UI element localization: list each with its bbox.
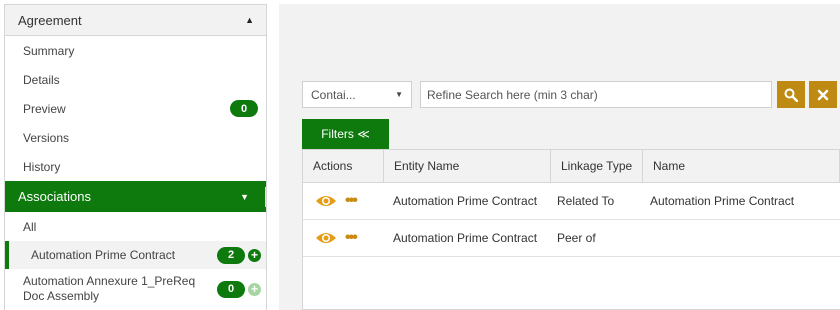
sidebar-item-label: Summary: [23, 43, 75, 58]
sidebar-item-label: Preview: [23, 101, 66, 116]
eye-icon[interactable]: [315, 194, 337, 208]
associations-header-label: Associations: [18, 189, 91, 204]
column-header-name[interactable]: Name: [643, 150, 840, 182]
clear-search-button[interactable]: [809, 81, 837, 108]
sidebar-item-label: Details: [23, 72, 60, 87]
cell-name: [643, 220, 840, 256]
chevron-down-icon: ▼: [395, 90, 403, 99]
eye-icon[interactable]: [315, 231, 337, 245]
grid-header-row: Actions Entity Name Linkage Type Name: [303, 150, 840, 183]
assoc-item-label: All: [23, 219, 37, 234]
close-icon: [817, 89, 829, 100]
sidebar-item-versions[interactable]: Versions: [5, 123, 266, 152]
assoc-item-all[interactable]: All: [5, 212, 266, 241]
sidebar-item-history[interactable]: History: [5, 152, 266, 181]
sidebar-item-details[interactable]: Details: [5, 65, 266, 94]
assoc-count-badge: 2: [217, 246, 245, 264]
table-row: ••• Automation Prime Contract Peer of: [303, 220, 840, 257]
assoc-badge-group: 2 +: [217, 246, 261, 264]
cell-linkage-type: Peer of: [557, 231, 596, 245]
collapse-triangle-icon[interactable]: ▲: [245, 15, 254, 25]
column-header-linkage-type[interactable]: Linkage Type: [551, 150, 643, 182]
main-panel: Contai... ▼ Filters ≪ Actions Entity Nam…: [279, 4, 840, 310]
assoc-item-prime-contract[interactable]: Automation Prime Contract 2 +: [5, 241, 266, 269]
search-input[interactable]: [420, 81, 772, 108]
row-actions: •••: [303, 183, 384, 219]
agreement-accordion-header[interactable]: Agreement ▲: [5, 5, 266, 36]
row-actions: •••: [303, 220, 384, 256]
search-button[interactable]: [777, 81, 805, 108]
associations-grid: Actions Entity Name Linkage Type Name ••…: [302, 149, 840, 310]
more-options-icon[interactable]: •••: [345, 193, 358, 209]
filters-toggle-button[interactable]: Filters ≪: [302, 119, 389, 149]
cell-entity-name: Automation Prime Contract: [393, 194, 538, 208]
column-header-entity-name[interactable]: Entity Name: [384, 150, 551, 182]
assoc-item-label: Automation Prime Contract: [31, 248, 176, 262]
cell-linkage-type: Related To: [557, 194, 615, 208]
assoc-item-label: Automation Annexure 1_PreReq Doc Assembl…: [23, 274, 196, 303]
sidebar-item-summary[interactable]: Summary: [5, 36, 266, 65]
associations-accordion-header[interactable]: Associations ▼: [5, 181, 266, 212]
agreement-header-label: Agreement: [18, 12, 82, 28]
sidebar-item-label: Versions: [23, 130, 70, 145]
header-divider: [265, 186, 266, 207]
add-association-icon[interactable]: +: [248, 282, 261, 296]
container-select[interactable]: Contai... ▼: [302, 81, 412, 108]
add-association-icon[interactable]: +: [248, 248, 261, 262]
sidebar: Agreement ▲ Summary Details Preview 0 Ve…: [4, 4, 267, 310]
expand-triangle-icon[interactable]: ▼: [240, 192, 249, 202]
select-value: Contai...: [311, 87, 356, 102]
column-header-actions[interactable]: Actions: [303, 150, 384, 182]
cell-entity-name: Automation Prime Contract: [393, 231, 538, 245]
sidebar-item-label: History: [23, 159, 61, 174]
cell-name: Automation Prime Contract: [650, 194, 795, 208]
sidebar-item-preview[interactable]: Preview 0: [5, 94, 266, 123]
preview-count-badge: 0: [230, 100, 258, 117]
assoc-badge-group: 0 +: [217, 280, 261, 298]
assoc-count-badge: 0: [217, 280, 245, 298]
more-options-icon[interactable]: •••: [345, 230, 358, 246]
table-row: ••• Automation Prime Contract Related To…: [303, 183, 840, 220]
assoc-item-annexure[interactable]: Automation Annexure 1_PreReq Doc Assembl…: [5, 269, 266, 309]
search-icon: [784, 88, 798, 102]
